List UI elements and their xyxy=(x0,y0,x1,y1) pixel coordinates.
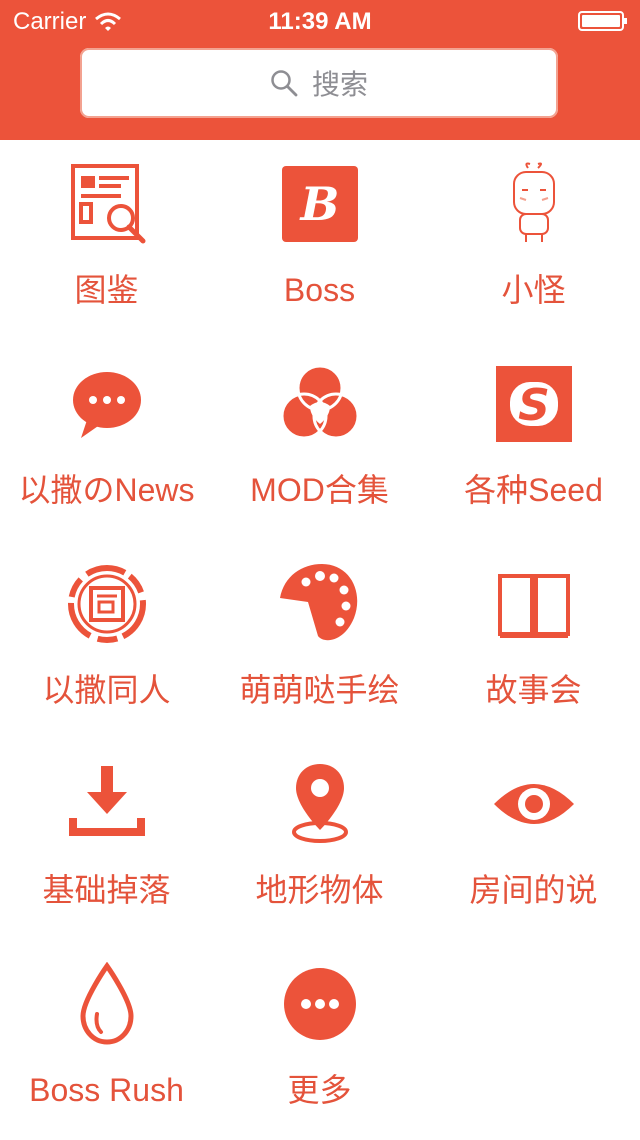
grid-item-label: 房间的说 xyxy=(469,872,598,908)
encyclopedia-icon xyxy=(70,164,145,244)
mod-collection-icon xyxy=(280,364,359,440)
grid-item-news[interactable]: 以撒のNews xyxy=(0,340,213,540)
search-input[interactable]: 搜索 xyxy=(80,48,558,118)
eye-icon xyxy=(493,784,574,824)
grid-item-label: Boss xyxy=(283,272,356,308)
grid-item-seed[interactable]: S 各种Seed xyxy=(427,340,640,540)
seed-icon: S xyxy=(495,366,572,442)
grid-item-story[interactable]: 故事会 xyxy=(427,540,640,740)
grid-item-rooms[interactable]: 房间的说 xyxy=(427,740,640,940)
search-icon xyxy=(271,70,298,97)
palette-icon xyxy=(279,564,357,641)
status-time: 11:39 AM xyxy=(268,8,372,35)
grid-item-boss[interactable]: B Boss xyxy=(213,140,426,340)
grid-item-basic-drops[interactable]: 基础掉落 xyxy=(0,740,213,940)
grid-item-label: 小怪 xyxy=(501,272,566,308)
grid-item-label: 以撒のNews xyxy=(18,472,195,508)
status-bar: Carrier 11:39 AM xyxy=(0,0,640,40)
grid-item-label: 各种Seed xyxy=(464,472,603,508)
grid-item-hand-drawn[interactable]: 萌萌哒手绘 xyxy=(213,540,426,740)
map-pin-icon xyxy=(291,764,348,843)
grid-item-label: 图鉴 xyxy=(74,272,139,308)
header-bar: Carrier 11:39 AM 搜索 xyxy=(0,0,640,140)
grid-item-label: 以撒同人 xyxy=(42,672,171,708)
search-placeholder: 搜索 xyxy=(311,69,368,100)
grid-item-label: 基础掉落 xyxy=(42,872,171,908)
grid-item-label: 更多 xyxy=(287,1072,352,1108)
svg-text:S: S xyxy=(518,380,550,431)
monster-icon xyxy=(512,162,555,242)
grid-item-label: Boss Rush xyxy=(29,1072,184,1108)
grid-item-monster[interactable]: 小怪 xyxy=(427,140,640,340)
grid-item-label: 故事会 xyxy=(485,672,582,708)
svg-text:B: B xyxy=(298,177,339,231)
chat-bubble-icon xyxy=(72,372,141,438)
grid-item-fan-art[interactable]: 以撒同人 xyxy=(0,540,213,740)
more-icon xyxy=(283,968,356,1040)
battery-icon xyxy=(578,11,627,31)
grid-item-encyclopedia[interactable]: 图鉴 xyxy=(0,140,213,340)
fan-art-icon xyxy=(67,565,146,643)
grid-item-terrain[interactable]: 地形物体 xyxy=(213,740,426,940)
grid-item-boss-rush[interactable]: Boss Rush xyxy=(0,940,213,1140)
boss-icon: B xyxy=(281,166,358,242)
grid-item-more[interactable]: 更多 xyxy=(213,940,426,1140)
grid-item-label: 地形物体 xyxy=(255,872,384,908)
grid-item-label: 萌萌哒手绘 xyxy=(239,672,400,708)
drop-icon xyxy=(79,962,134,1045)
grid-item-label: MOD合集 xyxy=(250,472,389,508)
book-icon xyxy=(497,574,570,638)
download-icon xyxy=(68,766,145,836)
grid-item-mod[interactable]: MOD合集 xyxy=(213,340,426,540)
